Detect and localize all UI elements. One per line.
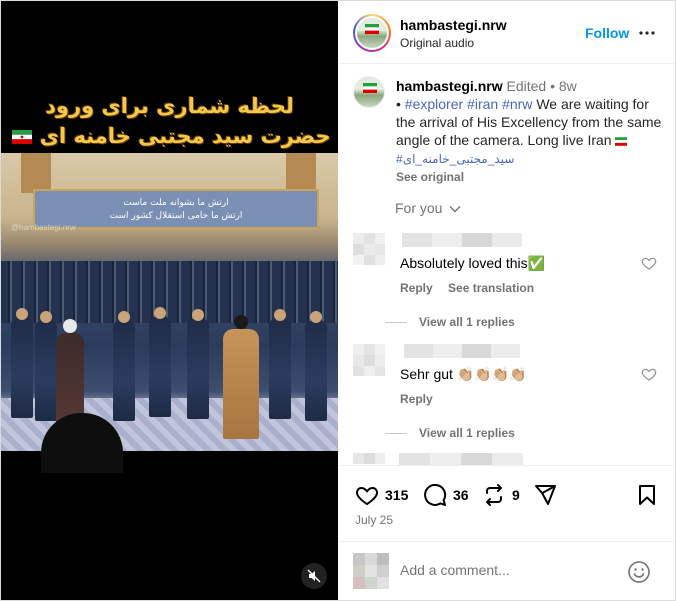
hall-banner-line-2: ارتش ما حامی استقلال کشور است [109, 211, 243, 221]
comment-icon[interactable] [423, 483, 447, 507]
comment-text: Sehr gut 👏🏼👏🏼👏🏼👏🏼 [400, 366, 527, 382]
author-username[interactable]: hambastegi.nrw [400, 17, 507, 33]
video-caption-line-2-text: حضرت سید مجتبی خامنه ای [39, 124, 331, 148]
like-action[interactable]: 315 [355, 483, 408, 507]
officer-figure [35, 311, 57, 421]
more-options-icon[interactable] [637, 23, 657, 43]
officer-figure [305, 311, 327, 421]
edited-label: Edited [506, 78, 547, 94]
view-replies-label: View all 1 replies [419, 315, 515, 329]
hall-banner-line-1: ارتش ما بشوانه ملت ماست [123, 198, 229, 208]
officer-figure [187, 309, 209, 419]
comment-actions: Reply See translation [400, 281, 546, 295]
follow-button[interactable]: Follow [585, 25, 629, 41]
comment-sort-dropdown[interactable]: For you [395, 200, 461, 216]
comment-action[interactable]: 36 [423, 483, 469, 507]
muted-speaker-icon [307, 569, 321, 583]
officer-figure [11, 308, 33, 418]
reply-button[interactable]: Reply [400, 392, 433, 406]
video-watermark: @hambastegi.nrw [11, 223, 76, 232]
video-caption-line-2: حضرت سید مجتبی خامنه ای [1, 124, 338, 148]
see-original-link[interactable]: See original [396, 168, 671, 186]
caption-persian-hashtag[interactable]: #سید_مجتبی_خامنه_ای [396, 152, 514, 166]
emoji-icon[interactable] [627, 560, 651, 584]
cleric-figure [223, 315, 259, 439]
iran-flag-icon [363, 83, 377, 93]
repost-count[interactable]: 9 [512, 487, 520, 503]
comment-sort-label: For you [395, 200, 443, 216]
view-replies-button[interactable]: View all 1 replies [385, 426, 515, 440]
commenter-name-blurred [399, 453, 523, 465]
caption-bullet: • [396, 96, 401, 112]
crowd-row [1, 261, 338, 283]
share-action[interactable] [533, 483, 557, 507]
reply-button[interactable]: Reply [400, 281, 433, 295]
repost-icon[interactable] [482, 483, 506, 507]
add-comment-bar [339, 541, 675, 600]
heart-icon[interactable] [355, 483, 379, 507]
caption-avatar[interactable] [353, 76, 385, 108]
like-count[interactable]: 315 [385, 487, 408, 503]
caption-username[interactable]: hambastegi.nrw [396, 78, 503, 94]
send-icon[interactable] [533, 483, 557, 507]
reply-divider [385, 322, 407, 324]
view-replies-button[interactable]: View all 1 replies [385, 315, 515, 329]
comment-count[interactable]: 36 [453, 487, 469, 503]
reply-divider [385, 433, 407, 435]
save-action[interactable] [635, 483, 659, 507]
repost-action[interactable]: 9 [482, 483, 520, 507]
heart-icon[interactable] [641, 255, 657, 271]
comment-text: Absolutely loved this✅ [400, 255, 546, 271]
comment-item [353, 453, 673, 465]
officer-figure [149, 307, 171, 417]
curtain-right [286, 153, 316, 193]
iran-flag-icon [615, 137, 628, 146]
officer-figure [269, 309, 291, 419]
comment-actions: Reply [400, 392, 445, 406]
see-translation-button[interactable]: See translation [448, 281, 534, 295]
bookmark-icon[interactable] [635, 483, 659, 507]
mute-button[interactable] [301, 563, 327, 589]
audio-label[interactable]: Original audio [400, 36, 474, 50]
current-user-avatar [353, 553, 389, 589]
commenter-avatar[interactable] [353, 233, 385, 265]
view-replies-label: View all 1 replies [419, 426, 515, 440]
curtain-left [21, 153, 51, 193]
officer-figure [113, 311, 135, 421]
post-details-panel: hambastegi.nrw Original audio Follow ham… [339, 1, 675, 600]
caption-hashtags[interactable]: #explorer #iran #nrw [405, 96, 533, 112]
crowd-row [1, 281, 338, 303]
commenter-avatar[interactable] [353, 344, 385, 376]
post-header: hambastegi.nrw Original audio Follow [339, 1, 675, 64]
commenter-name-blurred [404, 344, 520, 358]
video-caption-line-1: لحظه شماری برای ورود [45, 94, 294, 118]
iran-flag-icon [365, 24, 379, 34]
commenter-name-blurred [402, 233, 522, 247]
post-age[interactable]: 8w [559, 78, 577, 94]
comment-input[interactable] [400, 562, 620, 578]
commenter-avatar[interactable] [353, 453, 385, 465]
separator-dot: • [550, 78, 555, 94]
caption-body: hambastegi.nrw Edited • 8w • #explorer #… [396, 77, 671, 186]
post-date[interactable]: July 25 [355, 513, 393, 527]
post-video[interactable]: لحظه شماری برای ورود حضرت سید مجتبی خامن… [1, 1, 338, 600]
author-avatar[interactable] [353, 14, 391, 52]
iran-flag-icon [12, 130, 33, 144]
chevron-down-icon [449, 206, 461, 213]
video-frame: ارتش ما بشوانه ملت ماست ارتش ما حامی است… [1, 153, 338, 451]
heart-icon[interactable] [641, 366, 657, 382]
